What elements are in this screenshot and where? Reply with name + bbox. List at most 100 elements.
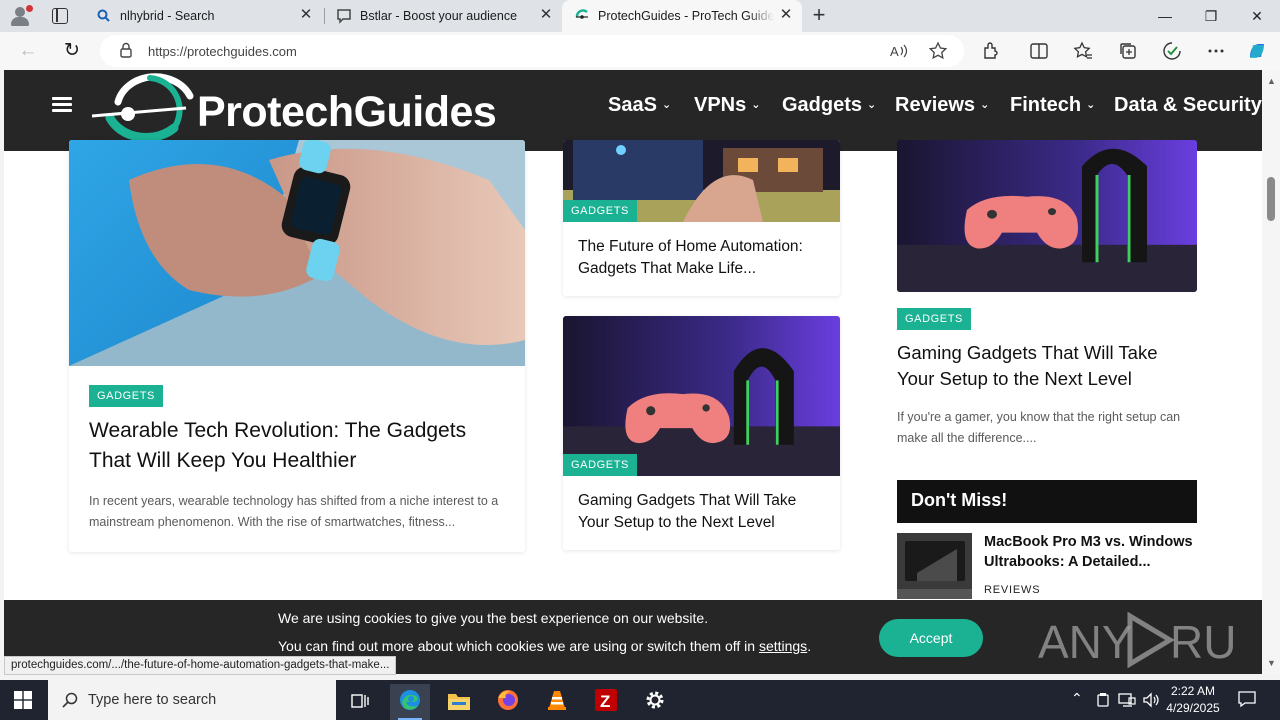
page-viewport: ProtechGuides SaaS ⌄ VPNs ⌄ Gadgets ⌄ Revie…: [4, 70, 1262, 674]
url-text[interactable]: https://protechguides.com: [148, 44, 297, 59]
search-icon: [62, 692, 78, 708]
scroll-up-arrow-icon[interactable]: ▲: [1267, 76, 1276, 86]
search-placeholder: Type here to search: [88, 692, 217, 708]
maximize-button[interactable]: ❐: [1188, 4, 1234, 28]
cookie-settings-link[interactable]: settings: [759, 638, 807, 654]
tab-label: ProtechGuides - ProTech Guides:: [598, 9, 774, 23]
dont-miss-item-category[interactable]: REVIEWS: [984, 584, 1040, 596]
chat-bubble-icon: [337, 9, 351, 24]
refresh-button[interactable]: ↻: [59, 38, 85, 64]
article-title[interactable]: Gaming Gadgets That Will Take Your Setup…: [897, 340, 1197, 392]
nav-item-reviews[interactable]: Reviews ⌄: [895, 94, 989, 117]
back-button[interactable]: ←: [15, 38, 41, 64]
scroll-down-arrow-icon[interactable]: ▼: [1267, 658, 1276, 668]
chevron-down-icon: ⌄: [661, 99, 672, 111]
article-title[interactable]: Wearable Tech Revolution: The Gadgets Th…: [89, 416, 509, 476]
taskbar-vlc[interactable]: [537, 684, 577, 720]
firefox-icon: [498, 690, 518, 710]
category-badge[interactable]: GADGETS: [563, 200, 637, 222]
dont-miss-heading: Don't Miss!: [897, 480, 1197, 523]
search-icon: [97, 9, 110, 22]
taskbar-settings[interactable]: [635, 684, 675, 720]
logo-mark-icon[interactable]: [90, 70, 198, 150]
split-screen-icon[interactable]: [1028, 40, 1050, 62]
tray-overflow-chevron-icon[interactable]: ⌃: [1071, 690, 1083, 707]
gaming-controller-photo[interactable]: [897, 140, 1197, 292]
more-options-icon[interactable]: [1205, 40, 1227, 62]
article-excerpt: If you're a gamer, you know that the rig…: [897, 410, 1181, 445]
collections-icon[interactable]: [1117, 40, 1139, 62]
nav-label: Reviews: [895, 94, 976, 116]
address-toolbar: ← ↻ https://protechguides.com A: [0, 32, 1280, 70]
browser-essentials-icon[interactable]: [1161, 40, 1183, 62]
site-logo-text[interactable]: ProtechGuides: [197, 88, 497, 137]
article-card-home-automation[interactable]: GADGETS The Future of Home Automation: G…: [563, 140, 840, 296]
page-scrollbar[interactable]: ▲ ▼: [1262, 70, 1280, 674]
close-window-button[interactable]: ✕: [1234, 4, 1280, 28]
taskbar-filezilla[interactable]: Z: [586, 684, 626, 720]
nav-item-gadgets[interactable]: Gadgets ⌄: [782, 94, 876, 117]
taskbar-search-box[interactable]: Type here to search: [48, 680, 336, 720]
clock-date: 4/29/2025: [1166, 701, 1220, 715]
tab-protechguides[interactable]: ProtechGuides - ProTech Guides: ✕: [562, 0, 802, 32]
nav-item-data-security[interactable]: Data & Security: [1114, 94, 1262, 117]
nav-label: SaaS: [608, 94, 657, 116]
article-card-gaming[interactable]: GADGETS Gaming Gadgets That Will Take Yo…: [563, 316, 840, 550]
minimize-button[interactable]: —: [1142, 4, 1188, 28]
category-badge[interactable]: GADGETS: [563, 454, 637, 476]
gaming-controller-photo[interactable]: [563, 316, 840, 476]
tab-bstlar[interactable]: Bstlar - Boost your audience ✕: [324, 0, 560, 32]
smartwatch-photo[interactable]: [69, 140, 525, 366]
nav-item-fintech[interactable]: Fintech ⌄: [1010, 94, 1095, 117]
volume-icon[interactable]: [1142, 691, 1160, 709]
macbook-thumbnail[interactable]: [897, 533, 972, 599]
taskbar-edge[interactable]: [390, 684, 430, 720]
network-icon[interactable]: [1118, 692, 1136, 708]
vlc-cone-icon: [548, 691, 566, 710]
category-badge[interactable]: GADGETS: [89, 385, 163, 407]
favorite-star-icon[interactable]: [927, 40, 949, 62]
nav-item-vpns[interactable]: VPNs ⌄: [694, 94, 760, 117]
read-aloud-icon[interactable]: A: [887, 40, 909, 62]
accept-cookies-button[interactable]: Accept: [879, 619, 983, 657]
tab-actions-icon[interactable]: [52, 8, 68, 24]
chevron-down-icon: ⌄: [867, 99, 877, 111]
category-badge[interactable]: GADGETS: [897, 308, 971, 330]
notification-center-icon[interactable]: [1238, 690, 1256, 708]
lock-icon[interactable]: [120, 42, 132, 58]
article-title[interactable]: Gaming Gadgets That Will Take Your Setup…: [578, 490, 828, 534]
browser-tab-bar: nlhybrid - Search ✕ Bstlar - Boost your …: [0, 0, 1280, 32]
nav-label: Gadgets: [782, 94, 863, 116]
nav-item-saas[interactable]: SaaS ⌄: [608, 94, 671, 117]
article-title[interactable]: The Future of Home Automation: Gadgets T…: [578, 236, 828, 280]
taskbar-firefox[interactable]: [488, 684, 528, 720]
article-excerpt: In recent years, wearable technology has…: [89, 494, 499, 529]
site-header: ProtechGuides SaaS ⌄ VPNs ⌄ Gadgets ⌄ Revie…: [4, 70, 1262, 151]
nav-label: Data & Security: [1114, 94, 1262, 116]
close-tab-icon[interactable]: ✕: [778, 7, 794, 23]
profile-avatar-icon[interactable]: [8, 4, 34, 28]
task-view-button[interactable]: [340, 684, 380, 720]
close-tab-icon[interactable]: ✕: [298, 7, 314, 23]
cookie-message: We are using cookies to give you the bes…: [278, 610, 709, 626]
system-clock[interactable]: 2:22 AM 4/29/2025: [1160, 683, 1226, 717]
chevron-down-icon: ⌄: [751, 99, 761, 111]
section-title: Don't Miss!: [911, 490, 1008, 510]
nav-label: VPNs: [694, 94, 747, 116]
cookie-details: You can find out more about which cookie…: [278, 638, 811, 654]
copilot-icon[interactable]: [1246, 40, 1268, 62]
favorites-icon[interactable]: [1072, 40, 1094, 62]
tab-search[interactable]: nlhybrid - Search ✕: [84, 0, 320, 32]
scrollbar-thumb[interactable]: [1267, 177, 1275, 221]
screen: nlhybrid - Search ✕ Bstlar - Boost your …: [0, 0, 1280, 720]
security-tray-icon[interactable]: [1096, 692, 1110, 708]
edge-icon: [400, 690, 420, 710]
menu-icon[interactable]: [52, 97, 72, 113]
svg-text:ANY: ANY: [1038, 616, 1133, 668]
dont-miss-item-title[interactable]: MacBook Pro M3 vs. Windows Ultrabooks: A…: [984, 532, 1199, 572]
taskbar-file-explorer[interactable]: [439, 684, 479, 720]
close-tab-icon[interactable]: ✕: [538, 7, 554, 23]
extensions-icon[interactable]: [980, 40, 1002, 62]
windows-start-icon[interactable]: [14, 691, 32, 709]
new-tab-button[interactable]: +: [808, 4, 830, 27]
